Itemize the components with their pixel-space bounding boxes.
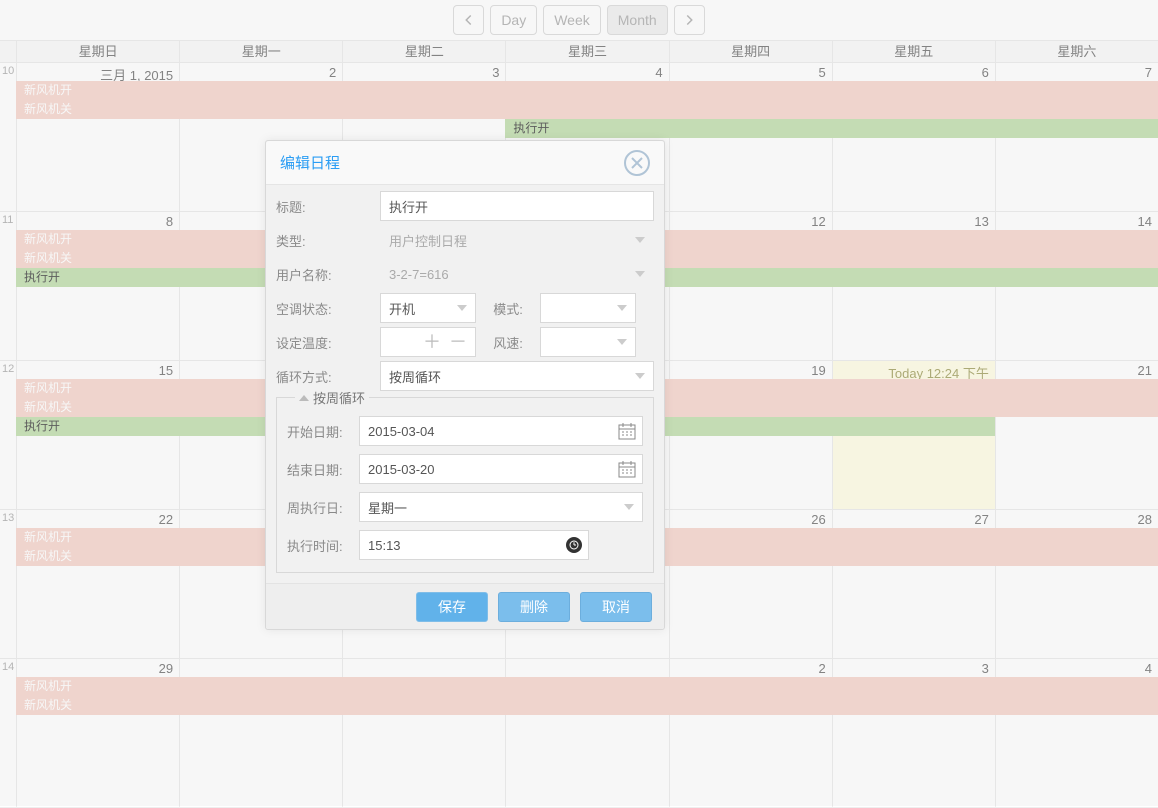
modal-overlay: 编辑日程 标题: 执行开 类型: 用户控制日程 用户名称: 3-2-7=616 xyxy=(0,0,1158,806)
chevron-down-icon xyxy=(617,339,627,345)
minus-icon[interactable]: － xyxy=(449,333,467,351)
dialog-body: 标题: 执行开 类型: 用户控制日程 用户名称: 3-2-7=616 空调状态: xyxy=(266,185,664,583)
label-exec-time: 执行时间: xyxy=(287,536,359,555)
exec-time-input[interactable]: 15:13 xyxy=(359,530,589,560)
clock-icon[interactable] xyxy=(566,537,582,553)
label-title: 标题: xyxy=(276,197,380,216)
weekday-value: 星期一 xyxy=(368,498,407,517)
dialog-header: 编辑日程 xyxy=(266,141,664,185)
label-weekday: 周执行日: xyxy=(287,498,359,517)
type-value: 用户控制日程 xyxy=(389,231,467,250)
calendar-icon[interactable] xyxy=(618,460,636,478)
type-select[interactable]: 用户控制日程 xyxy=(380,225,654,255)
close-button[interactable] xyxy=(624,150,650,176)
close-icon xyxy=(631,157,643,169)
label-start-date: 开始日期: xyxy=(287,422,359,441)
dialog-footer: 保存 删除 取消 xyxy=(266,583,664,629)
group-title[interactable]: 按周循环 xyxy=(295,388,369,407)
calendar-icon[interactable] xyxy=(618,422,636,440)
chevron-down-icon xyxy=(635,373,645,379)
chevron-down-icon xyxy=(457,305,467,311)
title-input[interactable]: 执行开 xyxy=(380,191,654,221)
label-mode: 模式: xyxy=(476,299,540,318)
chevron-down-icon xyxy=(635,271,645,277)
ac-state-select[interactable]: 开机 xyxy=(380,293,476,323)
label-type: 类型: xyxy=(276,231,380,250)
label-end-date: 结束日期: xyxy=(287,460,359,479)
fan-select[interactable] xyxy=(540,327,636,357)
ac-state-value: 开机 xyxy=(389,299,415,318)
temperature-stepper[interactable]: ＋ － xyxy=(380,327,476,357)
mode-select[interactable] xyxy=(540,293,636,323)
user-select[interactable]: 3-2-7=616 xyxy=(380,259,654,289)
end-date-value: 2015-03-20 xyxy=(368,462,435,477)
cancel-button[interactable]: 取消 xyxy=(580,592,652,622)
user-value: 3-2-7=616 xyxy=(389,267,449,282)
chevron-down-icon xyxy=(635,237,645,243)
save-button[interactable]: 保存 xyxy=(416,592,488,622)
plus-icon[interactable]: ＋ xyxy=(423,333,441,351)
chevron-down-icon xyxy=(617,305,627,311)
label-user: 用户名称: xyxy=(276,265,380,284)
label-cycle: 循环方式: xyxy=(276,367,380,386)
chevron-down-icon xyxy=(624,504,634,510)
label-set-temp: 设定温度: xyxy=(276,333,380,352)
dialog-title: 编辑日程 xyxy=(280,152,340,173)
cycle-value: 按周循环 xyxy=(389,367,441,386)
label-fan: 风速: xyxy=(476,333,540,352)
chevron-up-icon xyxy=(299,395,309,401)
weekday-select[interactable]: 星期一 xyxy=(359,492,643,522)
start-date-input[interactable]: 2015-03-04 xyxy=(359,416,643,446)
end-date-input[interactable]: 2015-03-20 xyxy=(359,454,643,484)
start-date-value: 2015-03-04 xyxy=(368,424,435,439)
cycle-select[interactable]: 按周循环 xyxy=(380,361,654,391)
edit-schedule-dialog: 编辑日程 标题: 执行开 类型: 用户控制日程 用户名称: 3-2-7=616 xyxy=(265,140,665,630)
exec-time-value: 15:13 xyxy=(368,538,401,553)
delete-button[interactable]: 删除 xyxy=(498,592,570,622)
label-ac-state: 空调状态: xyxy=(276,299,380,318)
weekly-cycle-group: 按周循环 开始日期: 2015-03-04 结束日期: 2015-03-20 xyxy=(276,397,654,573)
